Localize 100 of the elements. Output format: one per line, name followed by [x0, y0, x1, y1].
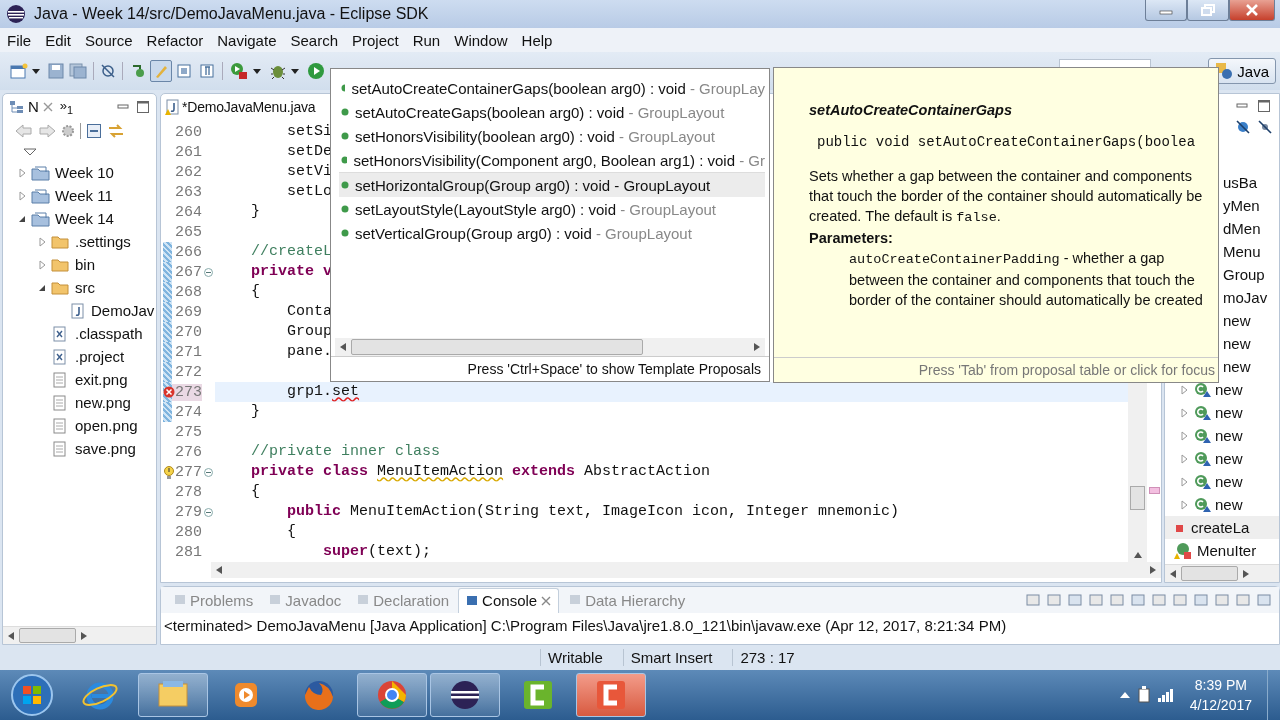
proposal-item[interactable]: setLayoutStyle(LayoutStyle arg0) : void - GroupLayout	[339, 197, 765, 221]
javadoc-description: Sets whether a gap between the container and components that touch the border of the container should automatically be created. The default is false.	[809, 167, 1204, 227]
javadoc-hint: Press 'Tab' from proposal table or click for focus	[774, 357, 1218, 382]
tree-item[interactable]: .project	[75, 348, 125, 365]
menubar-entry[interactable]: Edit	[38, 31, 79, 49]
tree-item[interactable]: Week 14	[55, 210, 114, 227]
menubar-entry[interactable]: Refactor	[139, 31, 211, 49]
keyword-text: extends	[511, 463, 576, 480]
outline-item[interactable]: usBa	[1223, 174, 1258, 192]
editor-tab[interactable]: *DemoJavaMenu.java	[164, 98, 316, 115]
javadoc-title: setAutoCreateContainerGaps	[809, 101, 1014, 120]
code-text: {	[250, 483, 260, 500]
line-number: 276	[174, 443, 202, 461]
keyword-text: public	[286, 503, 342, 520]
clock-time[interactable]: 8:39 PM	[1194, 677, 1247, 693]
status-field: Smart Insert	[622, 649, 733, 666]
line-number: 280	[174, 523, 202, 541]
outline-item[interactable]: new	[1215, 473, 1243, 491]
tree-item[interactable]: src	[75, 279, 95, 296]
code-text: }	[250, 403, 260, 420]
menubar-entry[interactable]: Search	[283, 31, 345, 49]
proposal-item[interactable]: setHonorsVisibility(Component arg0, Boolean arg1) : void - Gr	[339, 148, 765, 172]
tree-item[interactable]: save.png	[75, 440, 136, 457]
overflow-tabs-button[interactable]: »$_{1}$	[59, 97, 74, 116]
outline-item[interactable]: moJav	[1223, 289, 1268, 307]
line-number: 263	[174, 183, 202, 201]
line-number: 268	[174, 283, 202, 301]
code-text: Conta	[286, 303, 333, 320]
menubar-entry[interactable]: Window	[447, 31, 515, 49]
outline-item[interactable]: new	[1223, 312, 1251, 330]
console-output: <terminated> DemoJavaMenu [Java Application] C:\Program Files\Java\jre1.8.0_121\bin\javaw.exe (Apr 12, 2017, 8:21:34 PM)	[163, 616, 1008, 636]
comment-text: //private inner class	[250, 443, 441, 460]
tree-item[interactable]: bin	[75, 256, 96, 273]
code-text: (text);	[368, 543, 432, 560]
proposal-item[interactable]: setVerticalGroup(Group arg0) : void - GroupLayout	[339, 221, 765, 245]
line-number: 265	[174, 223, 202, 241]
outline-item[interactable]: new	[1215, 381, 1243, 399]
view-tab[interactable]: Console	[458, 587, 560, 613]
tree-item[interactable]: new.png	[75, 394, 131, 411]
outline-item[interactable]: new	[1215, 404, 1243, 422]
menubar-entry[interactable]: Project	[345, 31, 406, 49]
line-number: 267	[174, 263, 202, 281]
outline-item[interactable]: new	[1215, 450, 1243, 468]
menubar-entry[interactable]: File	[0, 31, 39, 49]
tree-item[interactable]: .settings	[75, 233, 131, 250]
status-field: 273 : 17	[732, 649, 815, 666]
line-number: 270	[174, 323, 202, 341]
status-field: Writable	[540, 649, 623, 666]
code-text: Group	[286, 323, 333, 340]
parameters-heading: Parameters:	[809, 229, 894, 248]
tree-item[interactable]: .classpath	[75, 325, 143, 342]
line-number: 272	[174, 363, 202, 381]
code-text: {	[286, 523, 296, 540]
package-explorer-tab[interactable]: N	[9, 98, 54, 115]
line-number: 281	[174, 543, 202, 561]
proposal-item[interactable]: setHonorsVisibility(boolean arg0) : void - GroupLayout	[339, 124, 765, 148]
clock-date[interactable]: 4/12/2017	[1189, 697, 1252, 713]
line-number: 260	[174, 123, 202, 141]
keyword-text: private class	[250, 463, 370, 480]
proposal-item[interactable]: setHorizontalGroup(Group arg0) : void - GroupLayout	[339, 172, 765, 197]
line-number: 279	[174, 503, 202, 521]
outline-item[interactable]: MenuIter	[1197, 542, 1257, 560]
outline-item[interactable]: new	[1223, 335, 1251, 353]
code-text: setLo	[286, 183, 333, 200]
line-number: 274	[174, 403, 202, 421]
outline-item[interactable]: new	[1215, 496, 1243, 514]
line-number: 275	[174, 423, 202, 441]
window-title: Java - Week 14/src/DemoJavaMenu.java - Eclipse SDK	[34, 5, 429, 23]
code-text: setSi	[286, 123, 333, 140]
line-number: 269	[174, 303, 202, 321]
tree-item[interactable]: Week 10	[55, 164, 114, 181]
proposal-item[interactable]: setAutoCreateContainerGaps(boolean arg0) : void - GroupLay	[339, 76, 765, 100]
comment-text: //createL	[250, 243, 333, 260]
code-text: {	[250, 283, 260, 300]
proposal-hint: Press 'Ctrl+Space' to show Template Proposals	[331, 356, 769, 381]
outline-item[interactable]: dMen	[1223, 220, 1261, 238]
line-number: 273	[172, 383, 202, 401]
line-number: 271	[174, 343, 202, 361]
tree-item[interactable]: DemoJav	[91, 302, 155, 319]
menubar-entry[interactable]: Navigate	[210, 31, 284, 49]
outline-item[interactable]: Group	[1223, 266, 1265, 284]
outline-item[interactable]: yMen	[1223, 197, 1260, 215]
line-number: 264	[174, 203, 202, 221]
method-signature: public void setAutoCreateContainerGaps(boolea	[816, 133, 1197, 152]
menubar-entry[interactable]: Run	[405, 31, 448, 49]
line-number: 261	[174, 143, 202, 161]
code-text: pane.	[286, 343, 333, 360]
parameter-description: autoCreateContainerPadding - whether a gap between the container and components that touch the border of the container should automatically be created	[848, 249, 1204, 310]
outline-item[interactable]: new	[1223, 358, 1251, 376]
tree-item[interactable]: open.png	[75, 417, 138, 434]
outline-item[interactable]: new	[1215, 427, 1243, 445]
tree-item[interactable]: exit.png	[75, 371, 128, 388]
outline-item[interactable]: Menu	[1223, 243, 1261, 261]
line-number: 277	[174, 463, 202, 481]
menubar-entry[interactable]: Help	[514, 31, 560, 49]
line-number: 278	[174, 483, 202, 501]
tree-item[interactable]: Week 11	[55, 187, 113, 204]
menubar-entry[interactable]: Source	[78, 31, 140, 49]
code-text: grp1.	[286, 383, 333, 400]
proposal-item[interactable]: setAutoCreateGaps(boolean arg0) : void - GroupLayout	[339, 100, 765, 124]
